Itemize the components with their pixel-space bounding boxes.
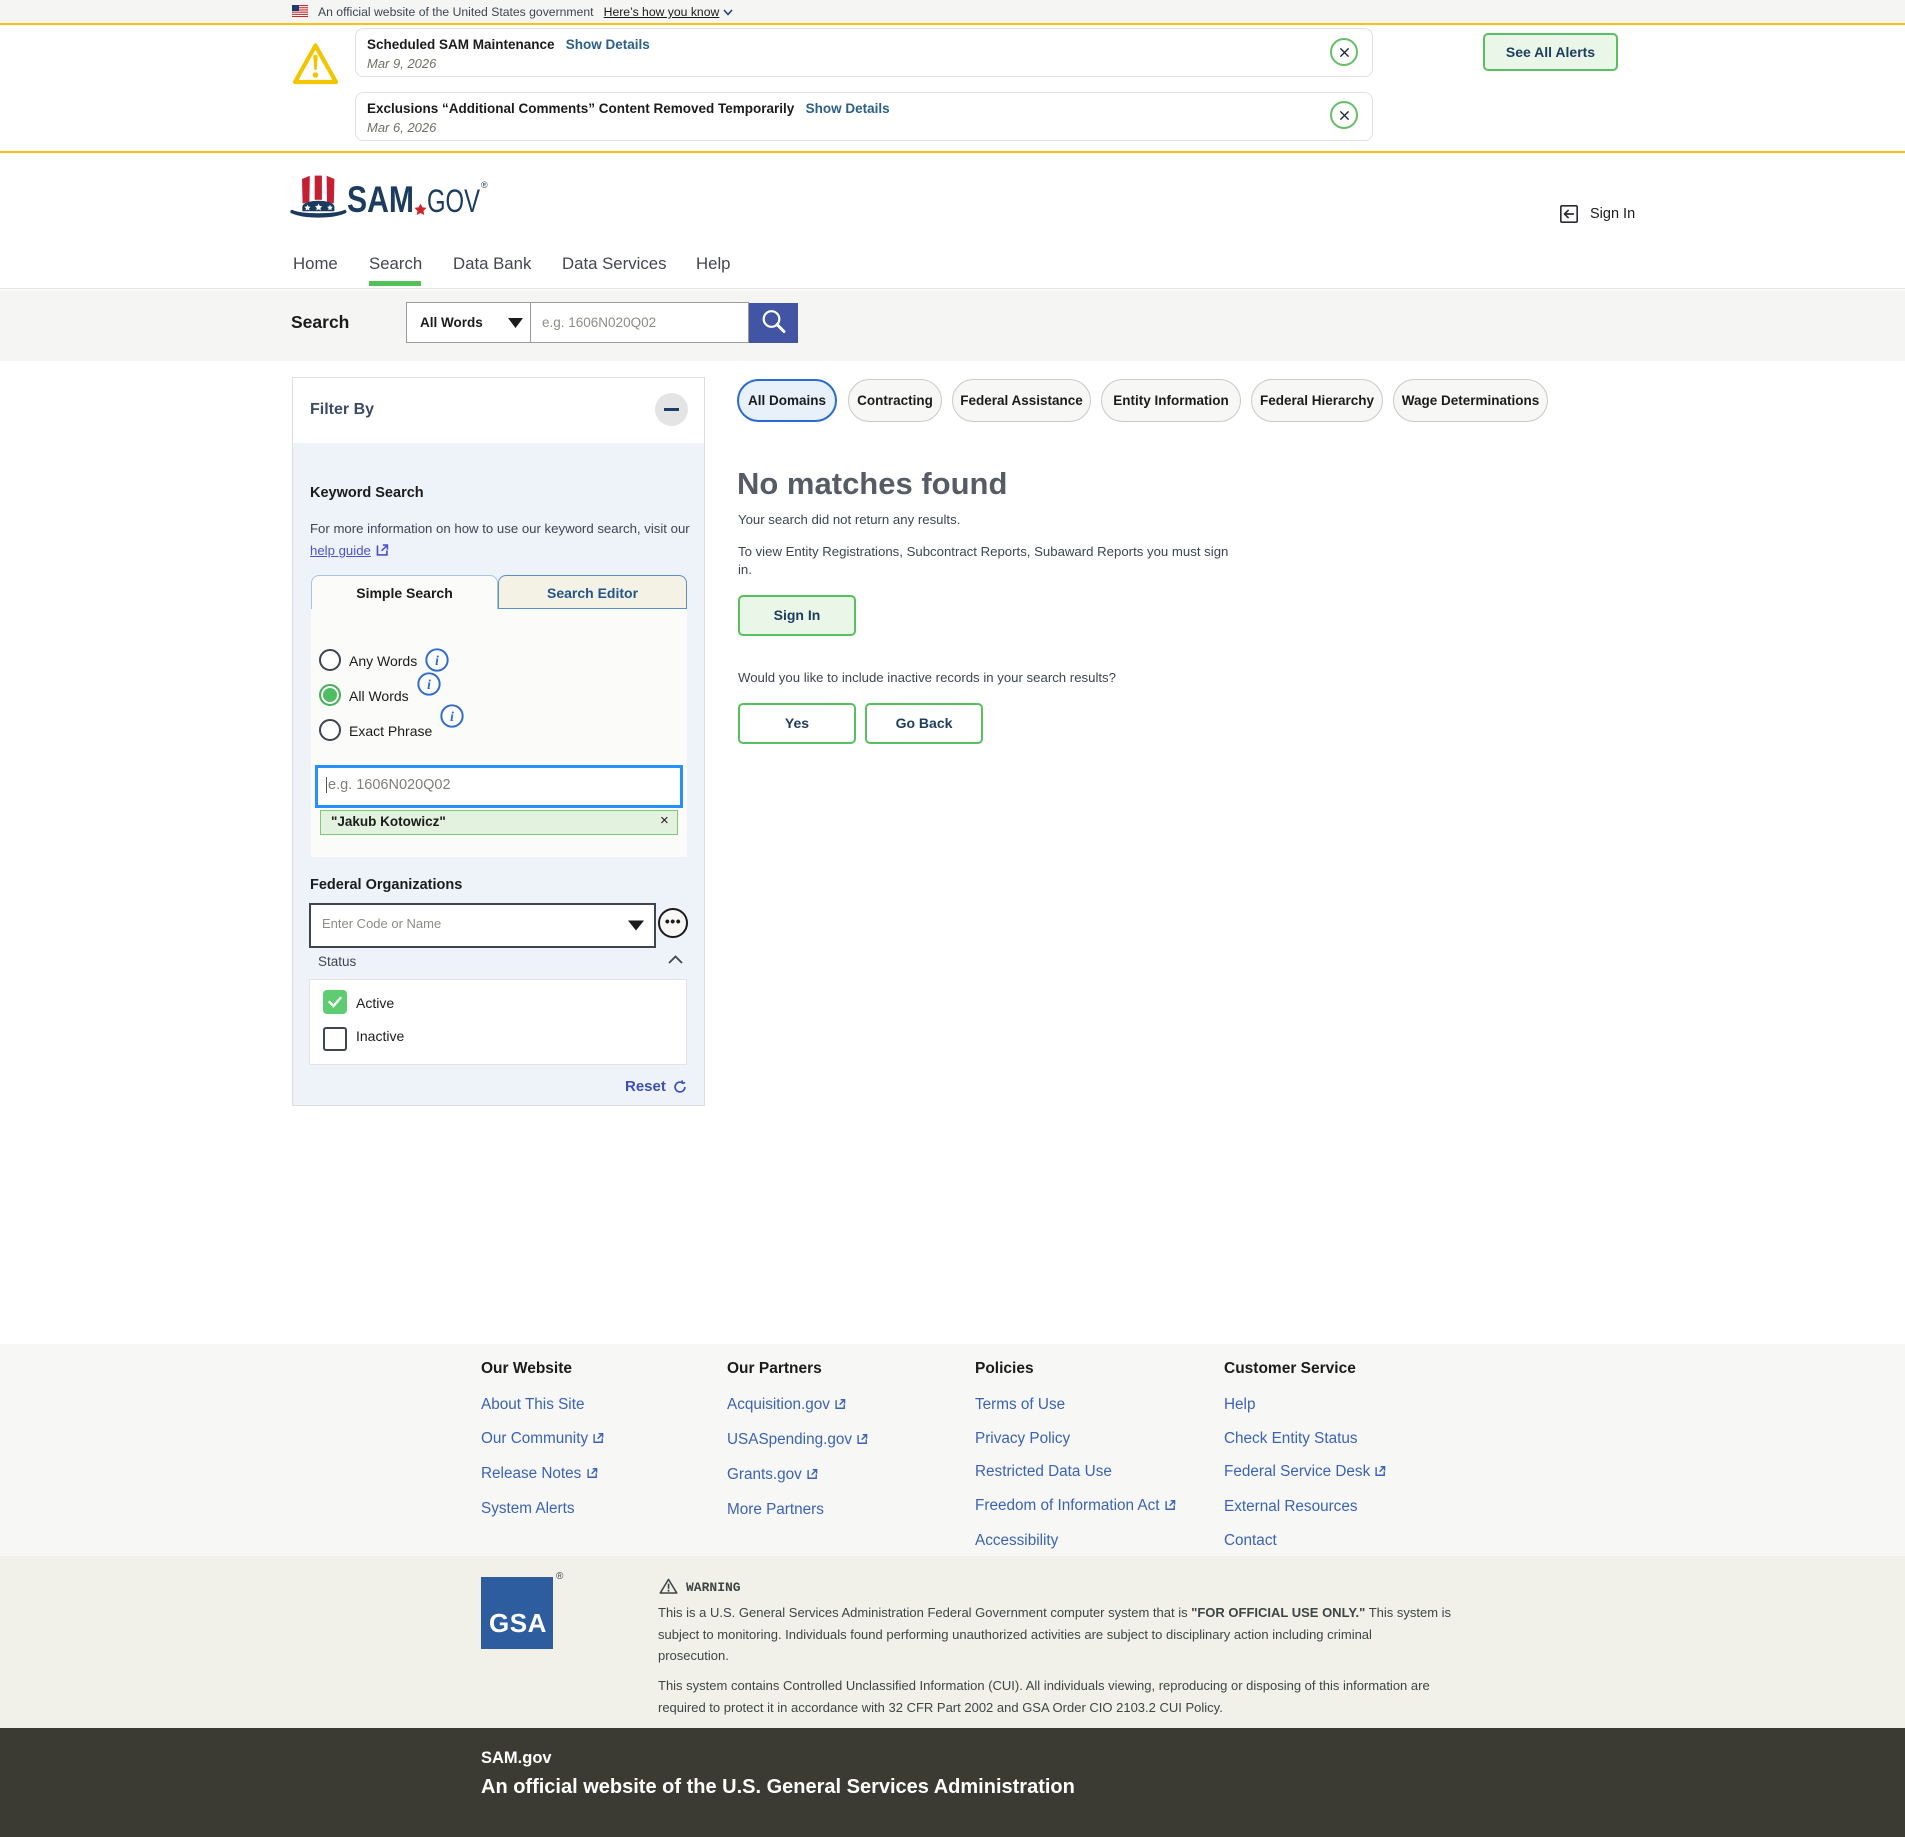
svg-text:®: ® — [481, 180, 488, 190]
svg-text:i: i — [435, 653, 439, 668]
svg-text:i: i — [427, 677, 431, 692]
svg-text:SAM: SAM — [347, 179, 414, 220]
svg-text:GOV: GOV — [427, 183, 480, 219]
svg-text:i: i — [450, 709, 454, 724]
